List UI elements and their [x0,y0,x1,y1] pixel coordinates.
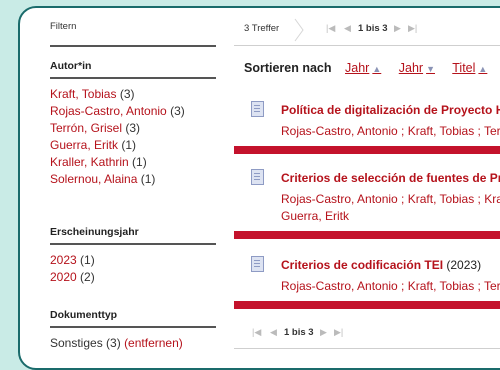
filter-count: (1) [121,138,137,152]
last-page-icon[interactable]: ▶| [334,327,343,338]
filter-link[interactable]: Guerra, Eritk [50,138,118,152]
filter-item: Guerra, Eritk (1) [50,137,216,154]
first-page-icon[interactable]: |◀ [326,23,335,34]
record-title-text: Criterios de selección de fuentes de Pro… [281,171,500,185]
filter-group-title: Dokumenttyp [50,309,216,328]
next-page-icon[interactable]: ▶ [394,23,401,34]
sort-title-asc-link[interactable]: Titel ▲ [452,61,487,75]
page-range-label: 1 bis 3 [358,23,388,34]
filter-item: 2023 (1) [50,252,216,269]
last-page-icon[interactable]: ▶| [408,23,417,34]
sort-label: Sortieren nach [244,61,332,75]
record-title[interactable]: Criterios de codificación TEI (2023) [281,258,481,272]
sort-desc-icon: ▼ [426,64,435,74]
filter-item: Kraller, Kathrin (1) [50,154,216,171]
filter-active-label: Sonstiges [50,336,103,350]
document-icon [251,256,264,272]
filter-group-year: Erscheinungsjahr 2023 (1) 2020 (2) [50,226,216,286]
filter-count: (1) [132,155,147,169]
filter-group-author: Autor*in Kraft, Tobias (3) Rojas-Castro,… [50,60,216,188]
record-title-text: Política de digitalización de Proyecto H… [281,103,500,117]
top-pager: 3 Treffer |◀ ◀ 1 bis 3 ▶ ▶| [234,18,500,46]
filter-group-title: Autor*in [50,60,216,79]
filter-link[interactable]: 2023 [50,253,77,267]
filter-heading: Filtern [50,18,216,47]
filter-count: (3) [106,336,121,350]
record-authors[interactable]: Guerra, Eritk [281,209,349,223]
record-year: (2023) [446,258,482,272]
breadcrumb-separator-icon [294,18,304,42]
sort-asc-icon: ▲ [372,64,382,74]
record-divider [234,146,500,154]
next-page-icon[interactable]: ▶ [320,327,327,338]
remove-filter-link[interactable]: (entfernen) [124,336,183,350]
filter-link[interactable]: Rojas-Castro, Antonio [50,104,167,118]
prev-page-icon[interactable]: ◀ [344,23,351,34]
filter-link[interactable]: Kraft, Tobias [50,87,116,101]
filter-item: 2020 (2) [50,269,216,286]
filter-link[interactable]: Solernou, Alaina [50,172,137,186]
filter-count: (3) [125,121,141,135]
filter-item: Sonstiges (3) (entfernen) [50,335,216,352]
sort-asc-icon: ▲ [478,64,488,74]
filter-item: Rojas-Castro, Antonio (3) [50,103,216,120]
prev-page-icon[interactable]: ◀ [270,327,277,338]
sort-option-label: Jahr [345,61,370,75]
record-title[interactable]: Criterios de selección de fuentes de Pro… [281,171,500,185]
filter-count: (2) [80,270,95,284]
hit-count: 3 Treffer [244,23,280,34]
record-authors[interactable]: Rojas-Castro, Antonio ; Kraft, Tobias ; … [281,124,500,138]
sort-bar: Sortieren nach Jahr ▲ Jahr ▼ Titel ▲ [244,61,500,75]
sort-option-label: Jahr [398,61,424,75]
sort-year-desc-link[interactable]: Jahr ▼ [399,61,435,75]
filter-link[interactable]: 2020 [50,270,77,284]
filter-link[interactable]: Terrón, Grisel [50,121,122,135]
filter-link[interactable]: Kraller, Kathrin [50,155,129,169]
filter-item: Kraft, Tobias (3) [50,86,216,103]
sort-option-label: Titel [452,61,476,75]
record-divider [234,231,500,239]
filter-group-title: Erscheinungsjahr [50,226,216,245]
filter-group-doctype: Dokumenttyp Sonstiges (3) (entfernen) [50,309,216,352]
filter-count: (3) [119,87,135,101]
filter-count: (1) [80,253,95,267]
record-title[interactable]: Política de digitalización de Proyecto H… [281,103,500,117]
record-authors[interactable]: Rojas-Castro, Antonio ; Kraft, Tobias ; … [281,279,500,293]
sort-year-asc-link[interactable]: Jahr ▲ [345,61,381,75]
filter-count: (3) [170,104,185,118]
filter-item: Solernou, Alaina (1) [50,171,216,188]
filter-item: Terrón, Grisel (3) [50,120,216,137]
record-divider [234,301,500,309]
bottom-pager: |◀ ◀ 1 bis 3 ▶ ▶| [234,322,500,349]
record-authors[interactable]: Rojas-Castro, Antonio ; Kraft, Tobias ; … [281,192,500,206]
filter-count: (1) [140,172,156,186]
page-range-label: 1 bis 3 [284,327,314,338]
document-icon [251,101,264,117]
document-icon [251,169,264,185]
first-page-icon[interactable]: |◀ [252,327,261,338]
filter-sidebar: Filtern Autor*in Kraft, Tobias (3) Rojas… [20,8,220,368]
results-panel: 3 Treffer |◀ ◀ 1 bis 3 ▶ ▶| Sortieren na… [234,8,500,368]
record-title-text: Criterios de codificación TEI [281,258,444,272]
search-results-card: Filtern Autor*in Kraft, Tobias (3) Rojas… [18,6,500,370]
